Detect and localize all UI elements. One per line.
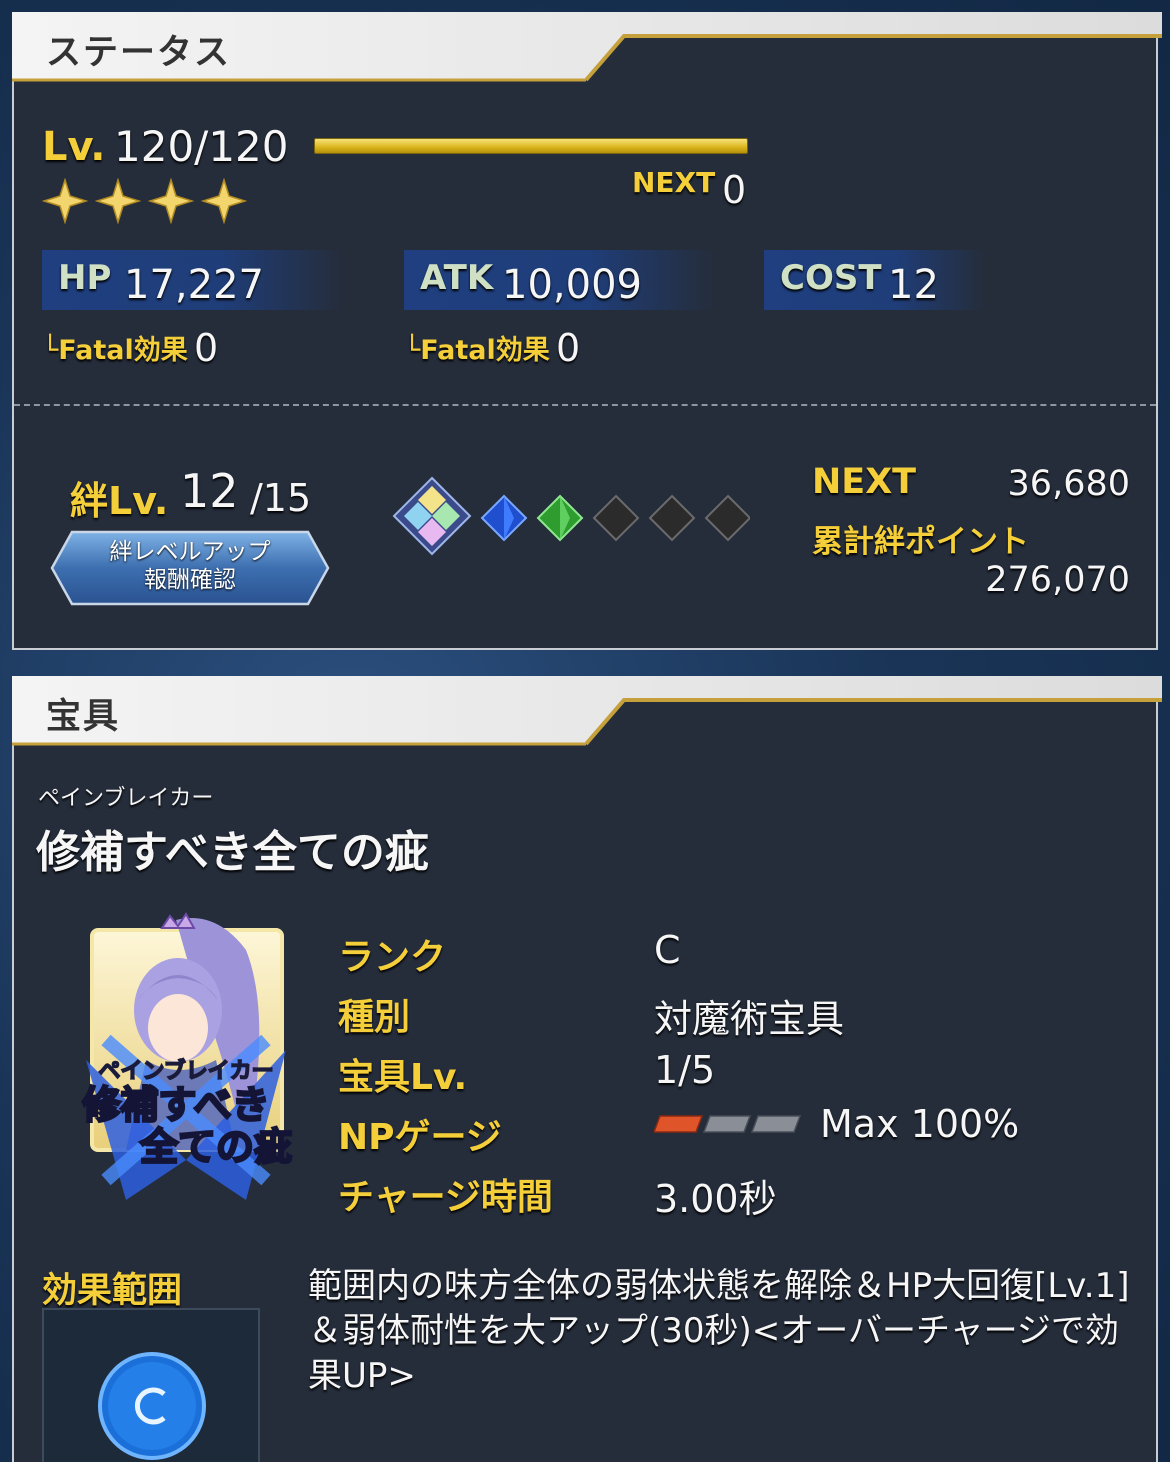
bond-gems — [392, 476, 750, 556]
np-level-value: 1/5 — [654, 1048, 716, 1092]
range-circle-icon — [98, 1352, 206, 1460]
panel-header-shape — [12, 676, 1162, 746]
atk-box: ATK 10,009 — [404, 250, 714, 310]
bond-total-label: 累計絆ポイント — [812, 524, 1029, 560]
np-gauge-segment-filled — [654, 1115, 704, 1133]
hp-fatal-value: 0 — [194, 326, 219, 370]
bond-reward-button[interactable]: 絆レベルアップ 報酬確認 — [50, 530, 330, 610]
star-icon — [201, 178, 248, 224]
svg-text:全ての疵: 全ての疵 — [139, 1125, 292, 1169]
status-panel-header: ステータス — [12, 12, 1162, 82]
bond-next-label: NEXT — [812, 462, 917, 502]
hp-box: HP 17,227 — [42, 250, 342, 310]
bond-level-value: 12 — [180, 464, 239, 518]
atk-fatal-value: 0 — [556, 326, 581, 370]
level-label: Lv. — [42, 124, 106, 170]
bond-level-max: /15 — [250, 476, 312, 520]
type-value: 対魔術宝具 — [654, 997, 845, 1041]
svg-text:修補すべき: 修補すべき — [82, 1083, 269, 1127]
np-effect-text: 範囲内の味方全体の弱体状態を解除＆HP大回復[Lv.1]＆弱体耐性を大アップ(3… — [308, 1266, 1130, 1396]
bond-gem-green-icon — [536, 494, 584, 542]
np-level-label: 宝具Lv. — [338, 1057, 468, 1098]
bond-gem-rainbow-icon — [392, 476, 472, 556]
np-name: 修補すべき全ての疵 — [36, 827, 429, 878]
range-preview — [42, 1308, 260, 1462]
bond-button-line1: 絆レベルアップ — [109, 539, 271, 565]
atk-label: ATK — [420, 258, 494, 298]
range-label: 効果範囲 — [42, 1271, 183, 1311]
np-gauge-value: Max 100% — [820, 1102, 1020, 1146]
divider — [14, 404, 1156, 406]
exp-bar — [314, 138, 748, 154]
panel-title: ステータス — [46, 33, 232, 73]
status-panel: ステータス Lv. 120/120 NEXT 0 HP 17,227 └Fata… — [12, 12, 1162, 650]
svg-text:ペインブレイカー: ペインブレイカー — [98, 1058, 273, 1084]
star-icon — [148, 178, 195, 224]
rank-value: C — [654, 928, 681, 972]
bond-gem-empty-icon — [704, 494, 750, 542]
next-exp-label: NEXT — [632, 166, 716, 199]
charge-time-value: 3.00秒 — [654, 1177, 777, 1221]
atk-fatal-label: └Fatal効果 — [404, 335, 550, 366]
np-gauge-segment-empty — [750, 1115, 802, 1133]
bond-next-value: 36,680 — [1007, 464, 1130, 504]
next-exp-value: 0 — [722, 168, 747, 212]
rank-label: ランク — [338, 937, 447, 978]
bond-total-value: 276,070 — [985, 560, 1130, 600]
np-gauge-segment-empty — [702, 1115, 752, 1133]
noble-phantasm-panel: 宝具 ペインブレイカー 修補すべき全ての疵 ペインブレイカー 修補すべき 全ての… — [12, 676, 1162, 1462]
charge-time-label: チャージ時間 — [338, 1177, 553, 1218]
cost-value: 12 — [888, 262, 939, 308]
cost-box: COST 12 — [764, 250, 984, 310]
star-icon — [95, 178, 142, 224]
bond-level-label: 絆Lv. — [70, 479, 169, 523]
np-gauge-bar — [654, 1115, 802, 1133]
type-label: 種別 — [338, 997, 411, 1038]
star-icon — [42, 178, 88, 224]
bond-gem-blue-icon — [480, 494, 528, 542]
np-gauge-label: NPゲージ — [338, 1117, 502, 1158]
hp-label: HP — [58, 258, 112, 298]
atk-value: 10,009 — [502, 262, 642, 308]
cost-label: COST — [780, 258, 882, 298]
bond-button-text: 絆レベルアップ 報酬確認 — [50, 538, 330, 594]
hp-fatal-label: └Fatal効果 — [42, 335, 188, 366]
level-value: 120/120 — [114, 122, 289, 171]
bond-button-line2: 報酬確認 — [144, 567, 236, 593]
bond-gem-empty-icon — [592, 494, 640, 542]
bond-gem-empty-icon — [648, 494, 696, 542]
np-card-art: ペインブレイカー 修補すべき 全ての疵 — [81, 912, 293, 1200]
hp-value: 17,227 — [124, 262, 264, 308]
np-ruby: ペインブレイカー — [38, 786, 214, 811]
np-panel-header: 宝具 — [12, 676, 1162, 746]
panel-title: 宝具 — [46, 697, 121, 737]
np-card-image: ペインブレイカー 修補すべき 全ての疵 — [66, 910, 306, 1204]
rarity-stars — [42, 178, 249, 228]
